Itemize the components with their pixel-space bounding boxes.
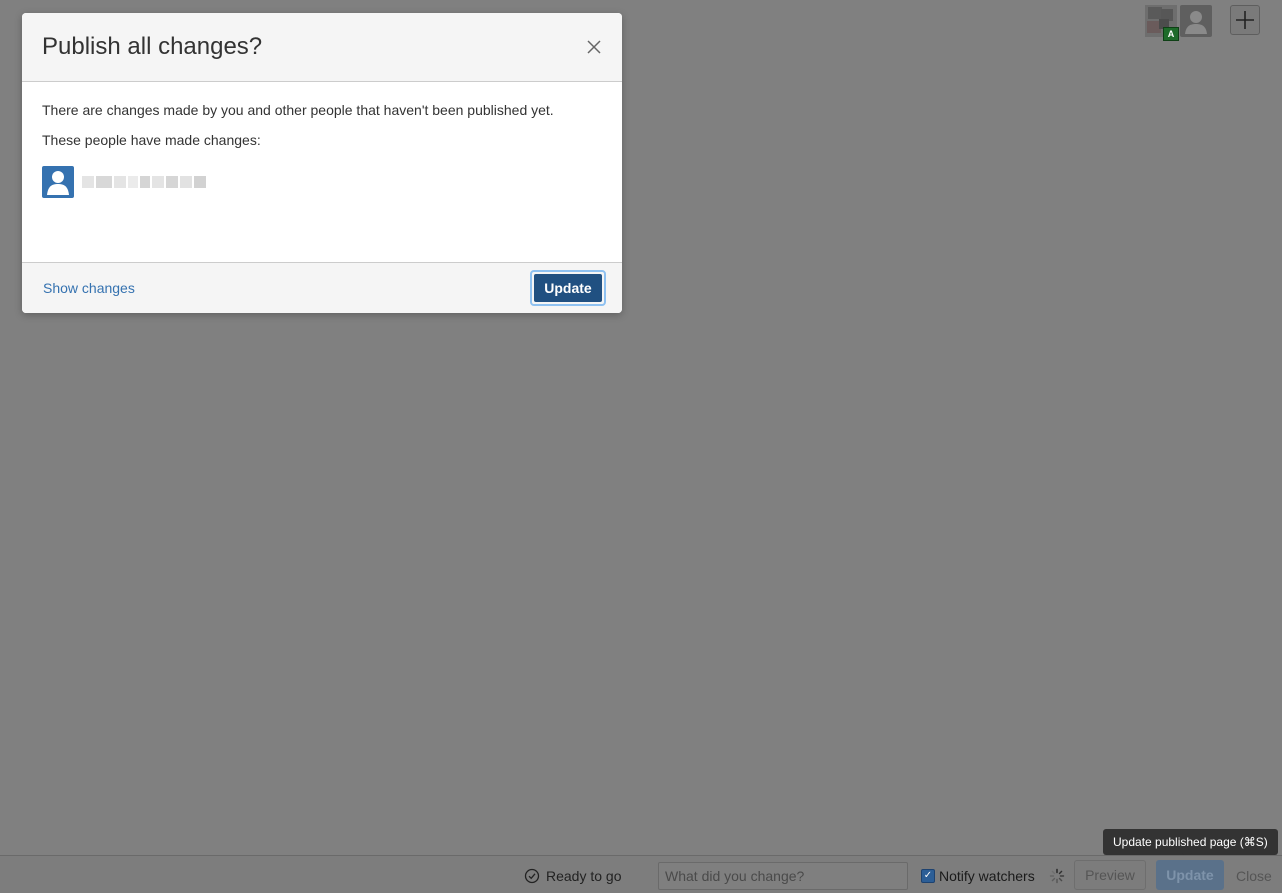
notify-watchers-toggle[interactable]: ✓ Notify watchers (921, 868, 1035, 884)
notify-label: Notify watchers (939, 868, 1035, 884)
default-avatar-icon[interactable] (1180, 5, 1212, 37)
dialog-message: There are changes made by you and other … (42, 102, 554, 118)
publish-update-button[interactable]: Update (1156, 860, 1224, 890)
redacted-name (82, 176, 206, 188)
redacted-block (194, 176, 206, 188)
redacted-block (96, 176, 112, 188)
redacted-block (114, 176, 126, 188)
check-circle-icon (524, 868, 540, 884)
redacted-block (128, 176, 138, 188)
collaborator-badge: A (1163, 27, 1179, 41)
dialog-header: Publish all changes? (22, 13, 622, 82)
close-icon[interactable] (584, 37, 604, 57)
dialog-footer: Show changes Update (22, 262, 622, 313)
redacted-block (152, 176, 164, 188)
update-button-label: Update (534, 274, 602, 302)
notify-checkbox[interactable]: ✓ (921, 869, 935, 883)
redacted-block (166, 176, 178, 188)
update-tooltip: Update published page (⌘S) (1103, 829, 1278, 855)
plus-icon (1236, 11, 1254, 29)
dialog-body: There are changes made by you and other … (22, 82, 622, 262)
preview-button[interactable]: Preview (1074, 860, 1146, 890)
person-entry (42, 166, 602, 198)
user-silhouette-icon (47, 171, 69, 195)
person-avatar (42, 166, 74, 198)
status-indicator: Ready to go (524, 868, 622, 884)
update-button[interactable]: Update (530, 270, 606, 306)
close-button[interactable]: Close (1236, 868, 1272, 884)
user-silhouette-icon (1185, 11, 1207, 34)
editor-bottom-bar: Ready to go ✓ Notify watchers Preview Up… (0, 855, 1282, 893)
avatar-pixel (1148, 7, 1162, 19)
loading-spinner-icon (1049, 868, 1065, 884)
show-changes-link[interactable]: Show changes (43, 280, 135, 296)
add-button[interactable] (1230, 5, 1260, 35)
redacted-block (140, 176, 150, 188)
status-text: Ready to go (546, 868, 622, 884)
publish-dialog: Publish all changes? There are changes m… (22, 13, 622, 313)
people-label: These people have made changes: (42, 132, 261, 148)
redacted-block (82, 176, 94, 188)
change-comment-input[interactable] (658, 862, 908, 890)
dialog-title: Publish all changes? (42, 33, 263, 60)
redacted-block (180, 176, 192, 188)
